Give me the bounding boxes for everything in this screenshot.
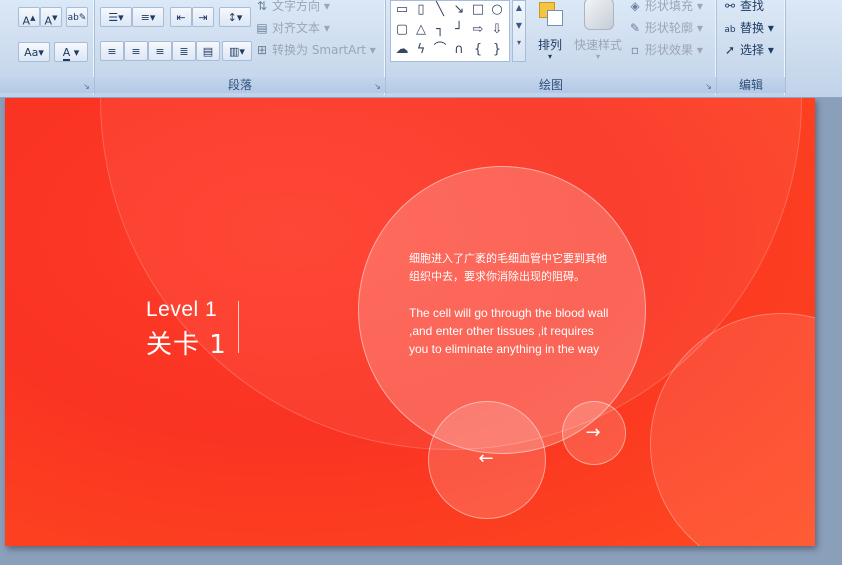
distributed-button[interactable]: ▤ — [196, 41, 220, 61]
level-title-cn: 关卡 1 — [146, 330, 227, 360]
pencil-icon: ✎ — [629, 21, 641, 35]
align-text-icon: ▤ — [256, 21, 268, 35]
align-right-button[interactable]: ≡ — [148, 41, 172, 61]
increase-indent-button[interactable]: ⇥ — [192, 7, 214, 27]
paint-bucket-icon: ◈ — [630, 0, 640, 13]
text-direction-label: 文字方向 — [272, 0, 321, 13]
oval-shape-icon[interactable]: ○ — [489, 2, 505, 18]
shrink-font-button[interactable]: A▼ — [40, 7, 62, 28]
left-brace-shape-icon[interactable]: { — [470, 42, 486, 58]
align-text-label: 对齐文本 — [272, 21, 321, 35]
scroll-up-icon[interactable]: ▲ — [513, 3, 525, 12]
arrange-button[interactable]: 排列 ▾ — [533, 0, 569, 64]
align-left-button[interactable]: ≡ — [100, 41, 124, 61]
level-description-en: The cell will go through the blood wall … — [409, 306, 609, 356]
shapes-scrollbar[interactable]: ▲ ▼ ▾ — [512, 0, 526, 62]
lightning-shape-icon[interactable]: ϟ — [413, 42, 429, 58]
decrease-indent-button[interactable]: ⇤ — [170, 7, 192, 27]
triangle-shape-icon[interactable]: △ — [413, 22, 429, 38]
title-divider — [238, 301, 239, 353]
smartart-label: 转换为 SmartArt — [272, 43, 366, 57]
quick-styles-icon — [584, 0, 614, 30]
line-spacing-button[interactable]: ↕▾ — [219, 7, 251, 27]
arrow-line-shape-icon[interactable]: ↘ — [451, 2, 467, 18]
rectangle-shape-icon[interactable]: □ — [470, 2, 486, 18]
align-text-button[interactable]: ▤ 对齐文本 ▾ — [255, 18, 330, 38]
convert-smartart-button[interactable]: ⊞ 转换为 SmartArt ▾ — [255, 40, 376, 60]
arc-shape-icon[interactable]: ⌒ — [432, 42, 448, 58]
text-direction-icon: ⇅ — [256, 0, 268, 13]
drawing-group-title: 绘图 — [386, 77, 716, 93]
rounded-rect-shape-icon[interactable]: ▢ — [394, 22, 410, 38]
text-direction-button[interactable]: ⇅ 文字方向 ▾ — [255, 0, 330, 16]
align-center-button[interactable]: ≡ — [124, 41, 148, 61]
paragraph-group-title: 段落 — [95, 77, 385, 93]
slide-canvas: Level 1 关卡 1 细胞进入了广袤的毛细血管中它要到其他组织中去，要求你消… — [0, 98, 842, 565]
shape-outline-label: 形状轮廓 — [645, 21, 694, 35]
textbox-shape-icon[interactable]: ▭ — [394, 2, 410, 18]
level-description-cn: 细胞进入了广袤的毛细血管中它要到其他组织中去，要求你消除出现的阻碍。 — [409, 252, 607, 283]
down-arrow-shape-icon[interactable]: ⇩ — [489, 22, 505, 38]
bullets-button[interactable]: ☰▾ — [100, 7, 132, 27]
slide[interactable]: Level 1 关卡 1 细胞进入了广袤的毛细血管中它要到其他组织中去，要求你消… — [5, 98, 815, 546]
paragraph-group: ☰▾ ≡▾ ⇤ ⇥ ↕▾ ≡ ≡ ≡ ≣ ▤ ▥▾ ⇅ 文字方向 ▾ ▤ 对齐文本 … — [95, 0, 386, 95]
elbow-connector-shape-icon[interactable]: ┐ — [432, 22, 448, 38]
numbering-button[interactable]: ≡▾ — [132, 7, 164, 27]
select-label: 选择 — [740, 43, 765, 57]
shape-fill-button[interactable]: ◈ 形状填充 ▾ — [628, 0, 702, 16]
justify-button[interactable]: ≣ — [172, 41, 196, 61]
font-color-button[interactable]: A ▾ — [54, 42, 88, 62]
quick-styles-button[interactable]: 快速样式 ▾ — [574, 0, 626, 64]
ribbon: A▲ A▼ ab✎ Aa▾ A ▾ ↘ ☰▾ ≡▾ ⇤ ⇥ ↕▾ ≡ ≡ ≡ ≣… — [0, 0, 842, 98]
cursor-icon: ➚ — [724, 43, 736, 57]
line-shape-icon[interactable]: ╲ — [432, 2, 448, 18]
shape-effects-label: 形状效果 — [645, 43, 694, 57]
scroll-down-icon[interactable]: ▼ — [513, 21, 525, 30]
level-title-en: Level 1 — [146, 298, 218, 321]
grow-font-button[interactable]: A▲ — [18, 7, 40, 28]
editing-group-title: 编辑 — [717, 77, 785, 93]
smartart-icon: ⊞ — [256, 43, 268, 57]
replace-button[interactable]: ab 替换 ▾ — [723, 18, 773, 40]
clear-format-button[interactable]: ab✎ — [66, 7, 88, 27]
quick-styles-label: 快速样式 — [574, 38, 623, 52]
shape-outline-button[interactable]: ✎ 形状轮廓 ▾ — [628, 18, 703, 38]
left-arrow-icon[interactable]: ← — [475, 449, 497, 469]
change-case-button[interactable]: Aa▾ — [18, 42, 50, 62]
font-group-title — [0, 77, 94, 93]
right-arrow-shape-icon[interactable]: ⇨ — [470, 22, 486, 38]
shapes-gallery[interactable]: ▭ ▯ ╲ ↘ □ ○ ▢ △ ┐ ┘ ⇨ ⇩ ☁ ϟ ⌒ ∩ { } — [390, 0, 510, 62]
replace-icon: ab — [724, 25, 736, 35]
vertical-textbox-shape-icon[interactable]: ▯ — [413, 2, 429, 18]
elbow-arrow-shape-icon[interactable]: ┘ — [451, 22, 467, 38]
right-arrow-icon[interactable]: → — [582, 423, 604, 443]
find-button[interactable]: ⚯ 查找 — [723, 0, 764, 16]
font-group: A▲ A▼ ab✎ Aa▾ A ▾ ↘ — [0, 0, 95, 95]
replace-label: 替换 — [740, 21, 765, 35]
cloud-shape-icon[interactable]: ☁ — [394, 42, 410, 58]
paragraph-dialog-launcher-icon[interactable]: ↘ — [373, 82, 382, 91]
shape-effects-button[interactable]: ▫ 形状效果 ▾ — [628, 40, 703, 60]
shape-fill-label: 形状填充 — [645, 0, 694, 13]
right-brace-shape-icon[interactable]: } — [489, 42, 505, 58]
binoculars-icon: ⚯ — [724, 0, 736, 13]
find-label: 查找 — [740, 0, 765, 13]
drawing-dialog-launcher-icon[interactable]: ↘ — [704, 82, 713, 91]
select-button[interactable]: ➚ 选择 ▾ — [723, 40, 774, 60]
more-shapes-icon[interactable]: ▾ — [513, 38, 525, 47]
shape-effects-icon: ▫ — [630, 43, 640, 57]
font-dialog-launcher-icon[interactable]: ↘ — [82, 82, 91, 91]
arrange-label: 排列 — [538, 38, 563, 52]
columns-button[interactable]: ▥▾ — [222, 41, 252, 61]
editing-group: ⚯ 查找 ab 替换 ▾ ➚ 选择 ▾ 编辑 — [717, 0, 786, 95]
curve-shape-icon[interactable]: ∩ — [451, 42, 467, 58]
